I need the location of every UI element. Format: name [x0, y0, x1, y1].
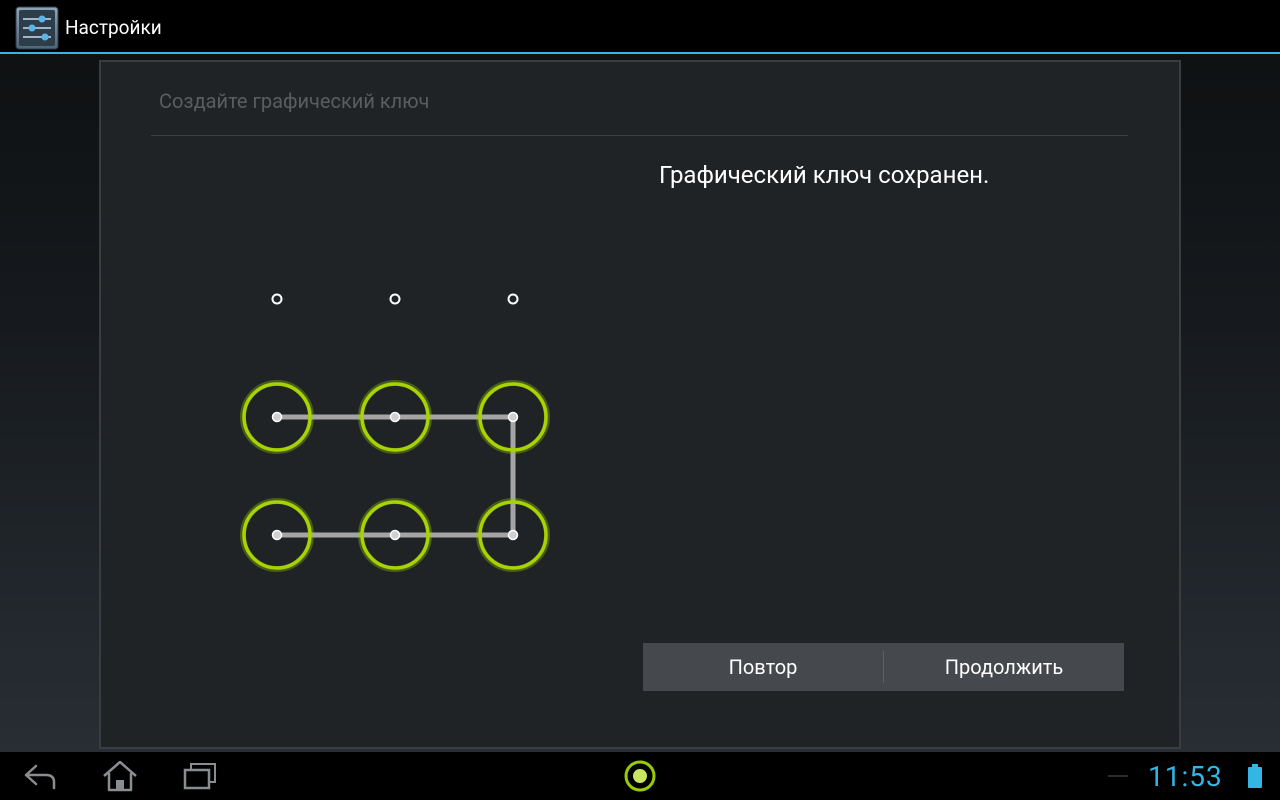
battery-icon[interactable] [1244, 752, 1266, 800]
pattern-dot-2[interactable] [389, 293, 401, 305]
clock[interactable]: 11:53 [1148, 762, 1223, 792]
pattern-grid[interactable] [101, 62, 701, 662]
pattern-dialog: Создайте графический ключ Графический кл… [99, 60, 1181, 749]
recent-apps-icon[interactable] [180, 752, 220, 800]
retry-button[interactable]: Повтор [643, 643, 883, 691]
continue-button[interactable]: Продолжить [884, 643, 1124, 691]
signal-dash-icon [1106, 752, 1130, 800]
app-title: Настройки [65, 16, 162, 39]
settings-sliders-icon[interactable] [15, 6, 59, 50]
dialog-button-bar: Повтор Продолжить [643, 643, 1124, 691]
pattern-dot-3[interactable] [507, 293, 519, 305]
home-icon[interactable] [98, 752, 142, 800]
system-nav-bar: 11:53 [0, 752, 1280, 800]
notification-dot-icon[interactable] [620, 752, 660, 800]
screen: Настройки Создайте графический ключ Граф… [0, 0, 1280, 800]
pattern-active-rings [240, 380, 550, 572]
status-message: Графический ключ сохранен. [659, 161, 990, 189]
back-icon[interactable] [18, 752, 62, 800]
pattern-dot-1[interactable] [271, 293, 283, 305]
action-bar: Настройки [0, 0, 1280, 54]
pattern-path [277, 414, 516, 538]
